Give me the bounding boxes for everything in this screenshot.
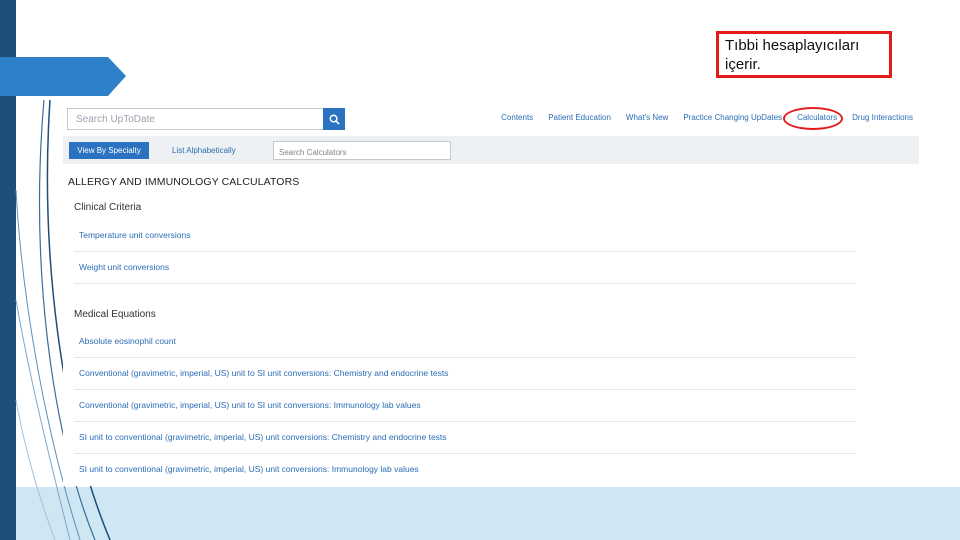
- uptodate-screenshot: Contents Patient Education What's New Pr…: [63, 104, 919, 486]
- calculator-link[interactable]: SI unit to conventional (gravimetric, im…: [79, 464, 419, 474]
- calculator-link[interactable]: Temperature unit conversions: [79, 230, 191, 240]
- top-nav: Contents Patient Education What's New Pr…: [63, 104, 919, 134]
- nav-practice-changing-updates[interactable]: Practice Changing UpDates: [683, 113, 782, 122]
- search-button[interactable]: [323, 108, 345, 130]
- search-icon: [329, 114, 340, 125]
- calculator-link[interactable]: Absolute eosinophil count: [79, 336, 176, 346]
- calculator-link[interactable]: Weight unit conversions: [79, 262, 169, 272]
- nav-patient-education[interactable]: Patient Education: [548, 113, 611, 122]
- list-item: Conventional (gravimetric, imperial, US)…: [74, 358, 856, 390]
- list-item: Weight unit conversions: [74, 252, 856, 284]
- nav-drug-interactions[interactable]: Drug Interactions: [852, 113, 913, 122]
- search-box: [67, 108, 325, 130]
- list-item: Conventional (gravimetric, imperial, US)…: [74, 390, 856, 422]
- nav-contents[interactable]: Contents: [501, 113, 533, 122]
- calculators-toolbar: View By Specialty List Alphabetically: [63, 136, 919, 164]
- list-item: SI unit to conventional (gravimetric, im…: [74, 454, 856, 486]
- section-title-clinical-criteria: Clinical Criteria: [74, 202, 142, 213]
- page-title: ALLERGY AND IMMUNOLOGY CALCULATORS: [68, 176, 300, 188]
- annotation-box: Tıbbi hesaplayıcıları içerir.: [716, 31, 892, 78]
- view-by-specialty-button[interactable]: View By Specialty: [69, 142, 149, 159]
- calculator-link[interactable]: Conventional (gravimetric, imperial, US)…: [79, 368, 448, 378]
- section-title-medical-equations: Medical Equations: [74, 309, 156, 320]
- nav-links: Contents Patient Education What's New Pr…: [501, 113, 913, 122]
- calculator-search-input[interactable]: [274, 144, 450, 161]
- calculator-search-box: [273, 141, 451, 161]
- list-alphabetically-link[interactable]: List Alphabetically: [172, 146, 236, 155]
- list-item: SI unit to conventional (gravimetric, im…: [74, 422, 856, 454]
- search-input[interactable]: [68, 109, 324, 130]
- list-item: Temperature unit conversions: [74, 220, 856, 252]
- nav-whats-new[interactable]: What's New: [626, 113, 668, 122]
- calculator-link[interactable]: Conventional (gravimetric, imperial, US)…: [79, 400, 421, 410]
- calculators-highlight-circle: [783, 107, 843, 130]
- calculator-link[interactable]: SI unit to conventional (gravimetric, im…: [79, 432, 447, 442]
- list-item: Absolute eosinophil count: [74, 326, 856, 358]
